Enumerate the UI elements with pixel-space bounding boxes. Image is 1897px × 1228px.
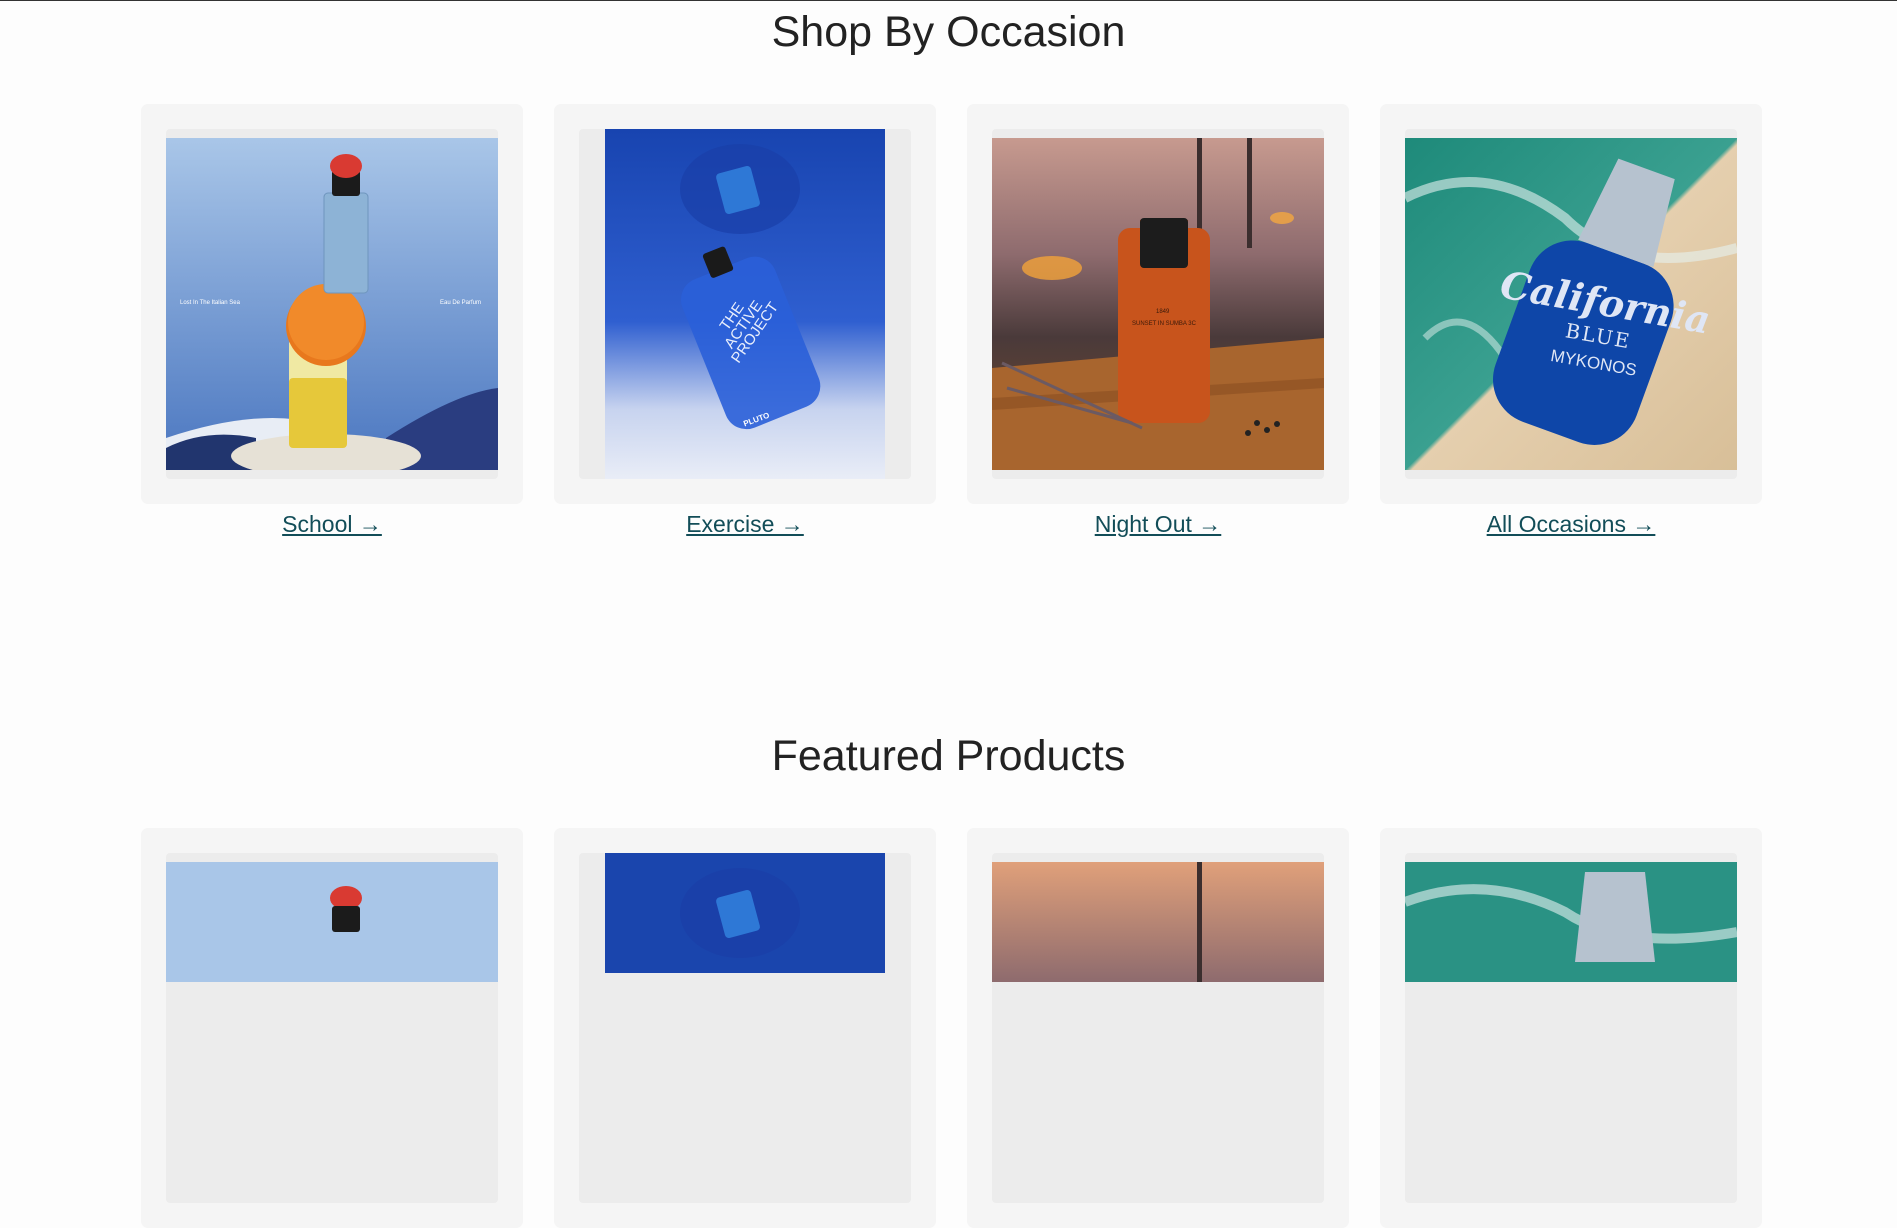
bottle-text-school-right: Eau De Parfum	[440, 300, 482, 306]
occasion-link-night-out[interactable]: Night Out →	[967, 511, 1349, 538]
featured-card-1[interactable]	[141, 828, 523, 1228]
occasion-card-school[interactable]: Lost In The Italian Sea Eau De Parfum Sc…	[141, 104, 523, 537]
occasion-link-school[interactable]: School →	[141, 511, 523, 538]
featured-card-2[interactable]	[554, 828, 936, 1228]
bottle-text-night-out-1: 1849	[1156, 309, 1170, 315]
featured-image-3	[992, 853, 1324, 1203]
product-image-night-out: 1849 SUNSET IN SUMBA 3C	[992, 129, 1324, 479]
bottle-text-night-out-2: SUNSET IN SUMBA 3C	[1132, 321, 1196, 327]
product-image-exercise: THE ACTIVE PROJECT PLUTO	[579, 129, 911, 479]
occasion-card-exercise[interactable]: THE ACTIVE PROJECT PLUTO Exercise →	[554, 104, 936, 537]
top-divider	[0, 0, 1897, 1]
bottle-text-school-left: Lost In The Italian Sea	[180, 300, 240, 306]
section-title-featured: Featured Products	[771, 732, 1126, 780]
occasion-card-all[interactable]: California BLUE MYKONOS All Occasions →	[1380, 104, 1762, 537]
featured-image-4	[1405, 853, 1737, 1203]
featured-card-4[interactable]	[1380, 828, 1762, 1228]
featured-grid	[141, 828, 1762, 1228]
featured-image-2	[579, 853, 911, 1203]
featured-image-1	[166, 853, 498, 1203]
featured-card-3[interactable]	[967, 828, 1349, 1228]
occasion-card-night-out[interactable]: 1849 SUNSET IN SUMBA 3C Night Out →	[967, 104, 1349, 537]
product-image-school: Lost In The Italian Sea Eau De Parfum	[166, 129, 498, 479]
section-title-occasion: Shop By Occasion	[771, 8, 1126, 56]
product-image-all: California BLUE MYKONOS	[1405, 129, 1737, 479]
occasion-link-all[interactable]: All Occasions →	[1380, 511, 1762, 538]
occasion-link-exercise[interactable]: Exercise →	[554, 511, 936, 538]
occasion-grid: Lost In The Italian Sea Eau De Parfum Sc…	[141, 104, 1762, 537]
